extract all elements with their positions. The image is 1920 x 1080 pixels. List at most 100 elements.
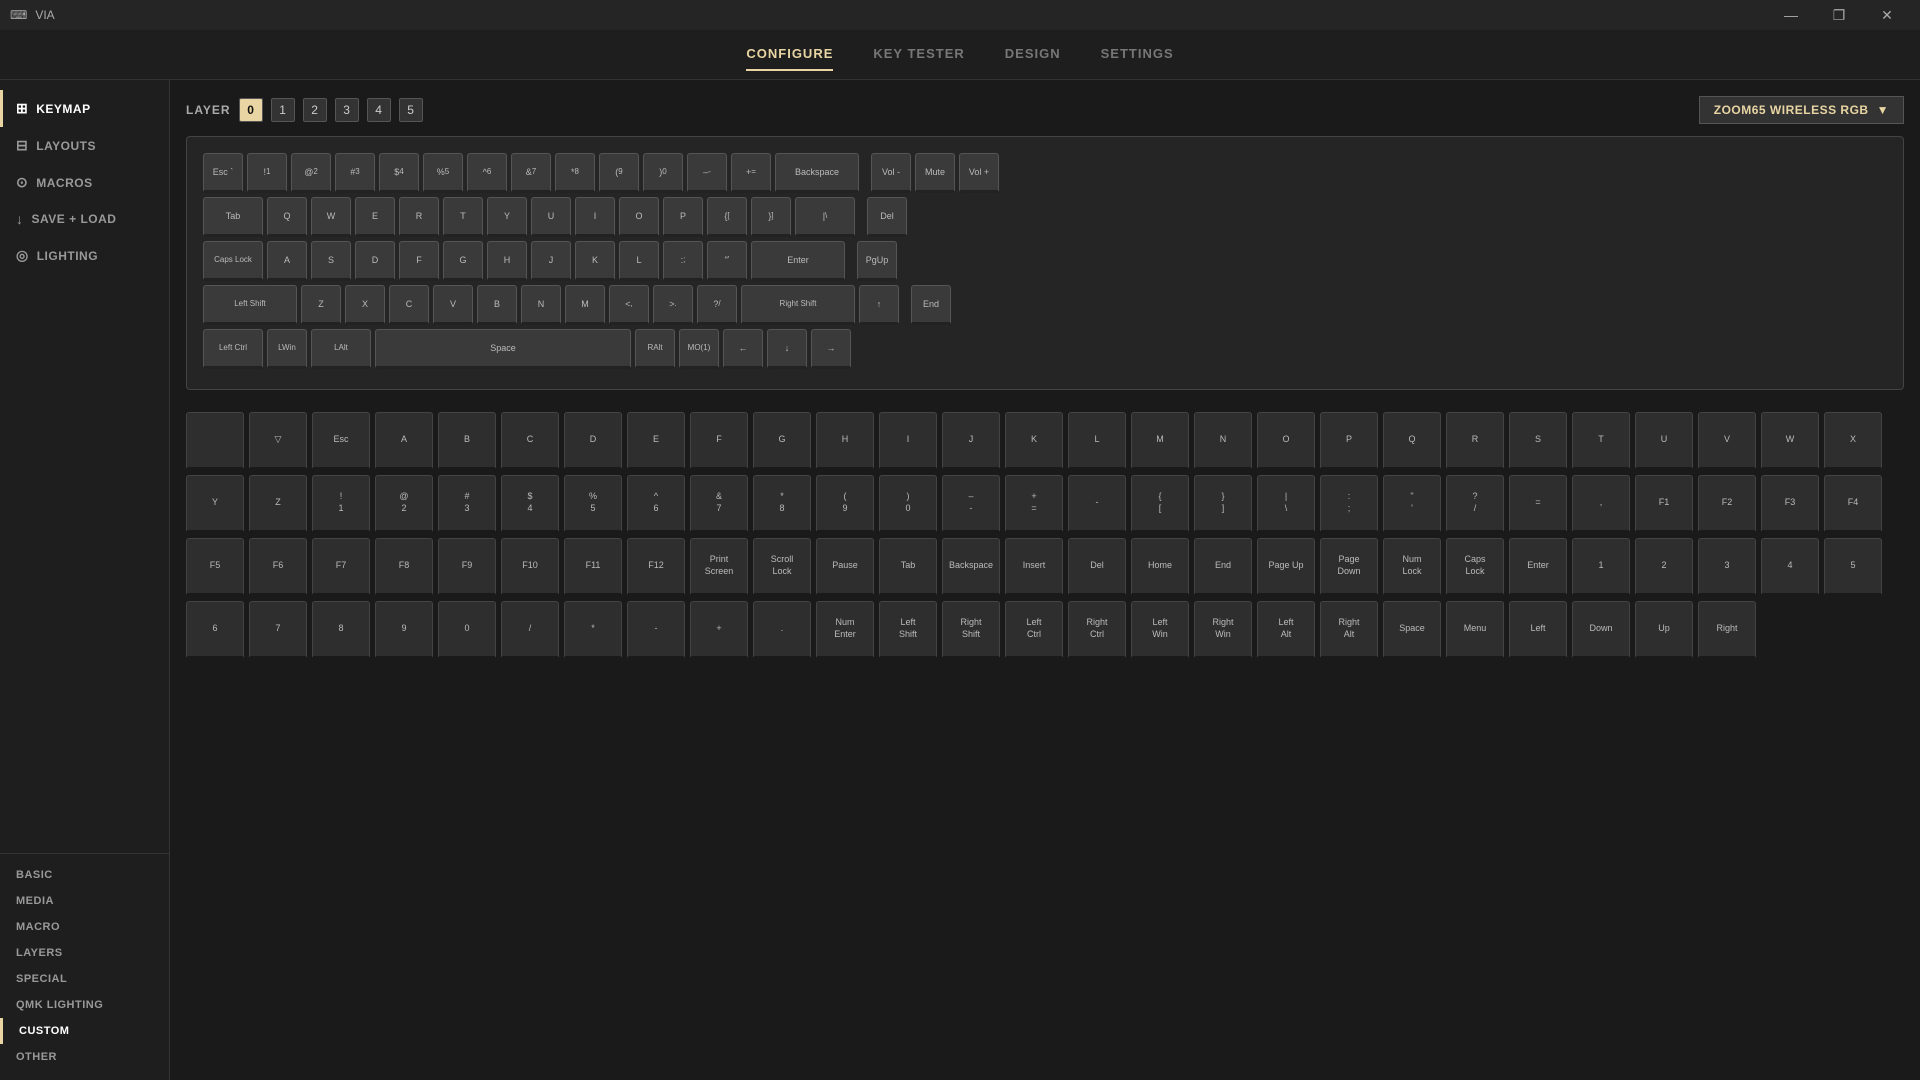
key-grid-item[interactable]: Right Win bbox=[1194, 601, 1252, 659]
key-grid-item[interactable]: 7 bbox=[249, 601, 307, 659]
key-grid-item[interactable]: 4 bbox=[1761, 538, 1819, 596]
cat-custom[interactable]: CUSTOM bbox=[0, 1018, 169, 1044]
key-s[interactable]: S bbox=[311, 241, 351, 281]
key-grid-item[interactable]: Page Up bbox=[1257, 538, 1315, 596]
cat-qmk-lighting[interactable]: QMK LIGHTING bbox=[0, 992, 169, 1018]
key-tab[interactable]: Tab bbox=[203, 197, 263, 237]
key-grid-item[interactable]: P bbox=[1320, 412, 1378, 470]
key-grid-item[interactable]: J bbox=[942, 412, 1000, 470]
key-left-shift[interactable]: Left Shift bbox=[203, 285, 297, 325]
key-3[interactable]: #3 bbox=[335, 153, 375, 193]
key-grid-item[interactable]: A bbox=[375, 412, 433, 470]
key-f[interactable]: F bbox=[399, 241, 439, 281]
key-grid-item[interactable]: Del bbox=[1068, 538, 1126, 596]
key-space[interactable]: Space bbox=[375, 329, 631, 369]
key-grid-item[interactable]: – - bbox=[942, 475, 1000, 533]
key-grid-item[interactable]: Down bbox=[1572, 601, 1630, 659]
key-b[interactable]: B bbox=[477, 285, 517, 325]
key-grid-item[interactable]: : ; bbox=[1320, 475, 1378, 533]
key-grid-item[interactable]: Y bbox=[186, 475, 244, 533]
key-grid-item[interactable]: Left bbox=[1509, 601, 1567, 659]
sidebar-item-layouts[interactable]: ⊟ LAYOUTS bbox=[0, 127, 169, 164]
key-grid-item[interactable]: C bbox=[501, 412, 559, 470]
key-grid-item[interactable]: H bbox=[816, 412, 874, 470]
key-grid-item[interactable]: F8 bbox=[375, 538, 433, 596]
key-grid-item[interactable]: 3 bbox=[1698, 538, 1756, 596]
cat-other[interactable]: OTHER bbox=[0, 1044, 169, 1070]
key-grid-item[interactable]: Space bbox=[1383, 601, 1441, 659]
key-grid-item[interactable]: End bbox=[1194, 538, 1252, 596]
key-semicolon[interactable]: :; bbox=[663, 241, 703, 281]
key-grid-item[interactable]: F6 bbox=[249, 538, 307, 596]
key-grid-item[interactable]: Left Shift bbox=[879, 601, 937, 659]
key-grid-item[interactable]: E bbox=[627, 412, 685, 470]
key-del[interactable]: Del bbox=[867, 197, 907, 237]
tab-design[interactable]: DESIGN bbox=[1005, 38, 1061, 71]
key-grid-item[interactable]: Num Enter bbox=[816, 601, 874, 659]
key-mute[interactable]: Mute bbox=[915, 153, 955, 193]
key-u[interactable]: U bbox=[531, 197, 571, 237]
cat-media[interactable]: MEDIA bbox=[0, 888, 169, 914]
key-7[interactable]: &7 bbox=[511, 153, 551, 193]
key-grid-item[interactable]: F9 bbox=[438, 538, 496, 596]
key-grid-item[interactable]: Backspace bbox=[942, 538, 1000, 596]
key-9[interactable]: (9 bbox=[599, 153, 639, 193]
key-backspace[interactable]: Backspace bbox=[775, 153, 859, 193]
key-grid-item[interactable]: Menu bbox=[1446, 601, 1504, 659]
key-grid-item[interactable]: Left Ctrl bbox=[1005, 601, 1063, 659]
key-grid-item[interactable]: Right Shift bbox=[942, 601, 1000, 659]
key-grid-item[interactable]: R bbox=[1446, 412, 1504, 470]
key-grid-item[interactable]: { [ bbox=[1131, 475, 1189, 533]
layer-0-btn[interactable]: 0 bbox=[239, 98, 263, 122]
key-rbracket[interactable]: }] bbox=[751, 197, 791, 237]
key-0[interactable]: )0 bbox=[643, 153, 683, 193]
key-esc[interactable]: Esc ` bbox=[203, 153, 243, 193]
layer-1-btn[interactable]: 1 bbox=[271, 98, 295, 122]
key-down[interactable]: ↓ bbox=[767, 329, 807, 369]
key-grid-item[interactable]: T bbox=[1572, 412, 1630, 470]
key-5[interactable]: %5 bbox=[423, 153, 463, 193]
key-enter[interactable]: Enter bbox=[751, 241, 845, 281]
sidebar-item-macros[interactable]: ⊙ MACROS bbox=[0, 164, 169, 201]
key-grid-item[interactable]: B bbox=[438, 412, 496, 470]
key-minus[interactable]: –- bbox=[687, 153, 727, 193]
key-grid-item[interactable]: Right Ctrl bbox=[1068, 601, 1126, 659]
key-right[interactable]: → bbox=[811, 329, 851, 369]
key-grid-item[interactable]: 2 bbox=[1635, 538, 1693, 596]
key-grid-item[interactable]: F4 bbox=[1824, 475, 1882, 533]
cat-basic[interactable]: BASIC bbox=[0, 862, 169, 888]
key-grid-item[interactable]: U bbox=[1635, 412, 1693, 470]
key-ralt[interactable]: RAlt bbox=[635, 329, 675, 369]
key-grid-item[interactable]: - bbox=[1068, 475, 1126, 533]
key-grid-item[interactable]: 6 bbox=[186, 601, 244, 659]
key-6[interactable]: ^6 bbox=[467, 153, 507, 193]
sidebar-item-save-load[interactable]: ↓ SAVE + LOAD bbox=[0, 201, 169, 237]
cat-macro[interactable]: MACRO bbox=[0, 914, 169, 940]
key-q[interactable]: Q bbox=[267, 197, 307, 237]
key-grid-item[interactable]: = bbox=[1509, 475, 1567, 533]
key-y[interactable]: Y bbox=[487, 197, 527, 237]
maximize-button[interactable]: ❐ bbox=[1816, 0, 1862, 30]
tab-key-tester[interactable]: KEY TESTER bbox=[873, 38, 964, 71]
key-grid-item[interactable]: & 7 bbox=[690, 475, 748, 533]
key-grid-item[interactable]: Num Lock bbox=[1383, 538, 1441, 596]
key-grid-item[interactable]: Page Down bbox=[1320, 538, 1378, 596]
key-grid-item[interactable] bbox=[186, 412, 244, 470]
key-grid-item[interactable]: Up bbox=[1635, 601, 1693, 659]
key-grid-item[interactable]: K bbox=[1005, 412, 1063, 470]
key-1[interactable]: !1 bbox=[247, 153, 287, 193]
key-grid-item[interactable]: - bbox=[627, 601, 685, 659]
key-grid-item[interactable]: } ] bbox=[1194, 475, 1252, 533]
key-period[interactable]: >. bbox=[653, 285, 693, 325]
key-grid-item[interactable]: D bbox=[564, 412, 622, 470]
key-grid-item[interactable]: Pause bbox=[816, 538, 874, 596]
key-grid-item[interactable]: @ 2 bbox=[375, 475, 433, 533]
key-grid-item[interactable]: X bbox=[1824, 412, 1882, 470]
key-grid-item[interactable]: ^ 6 bbox=[627, 475, 685, 533]
key-grid-item[interactable]: . bbox=[753, 601, 811, 659]
key-grid-item[interactable]: F12 bbox=[627, 538, 685, 596]
key-grid-item[interactable]: + = bbox=[1005, 475, 1063, 533]
key-grid-item[interactable]: , bbox=[1572, 475, 1630, 533]
key-d[interactable]: D bbox=[355, 241, 395, 281]
key-g[interactable]: G bbox=[443, 241, 483, 281]
